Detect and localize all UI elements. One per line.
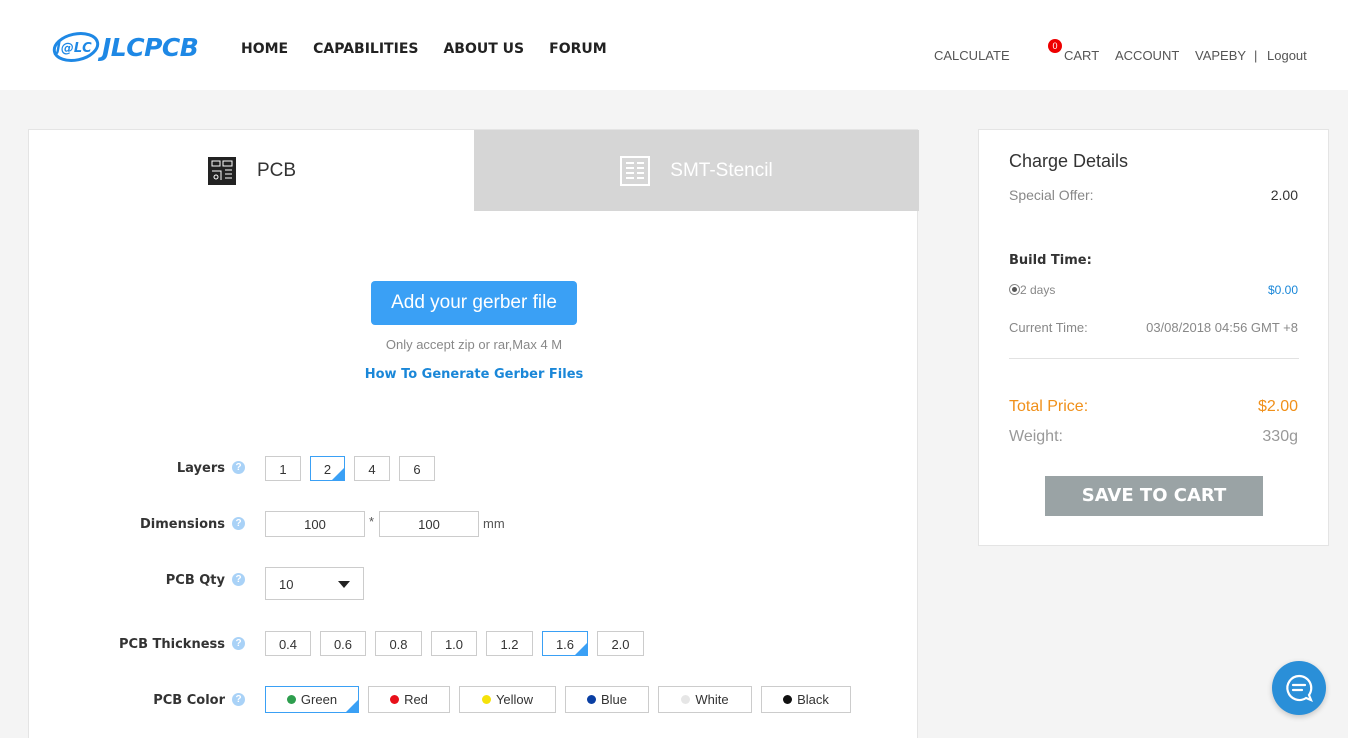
order-panel: PCB SMT-Stencil Add your gerber file Onl… — [28, 129, 919, 738]
layers-label: Layers — [176, 461, 225, 476]
color-swatch-yellow — [481, 695, 491, 704]
special-offer-value: 2.00 — [1270, 187, 1298, 203]
logout-link[interactable]: Logout — [1267, 48, 1307, 63]
special-offer-label: Special Offer: — [1009, 187, 1094, 203]
thickness-help-icon[interactable]: ? — [232, 637, 245, 650]
thickness-option-0.4[interactable]: 0.4 — [265, 631, 311, 656]
nav-separator: | — [1254, 48, 1258, 63]
color-swatch-blue — [586, 695, 596, 704]
tab-smt-label: SMT-Stencil — [670, 159, 773, 181]
build-price: $0.00 — [1267, 283, 1298, 297]
build-option-2-days[interactable]: 2 days — [1009, 283, 1055, 297]
color-swatch-white — [681, 695, 691, 704]
site-header: J@LC JLCPCB HOME CAPABILITIES ABOUT US F… — [0, 0, 1348, 90]
gerber-help-link[interactable]: How To Generate Gerber Files — [29, 367, 919, 382]
add-gerber-button[interactable]: Add your gerber file — [371, 281, 577, 325]
color-help-icon[interactable]: ? — [232, 693, 245, 706]
calculate-link[interactable]: CALCULATE — [934, 48, 1010, 63]
total-price-value: $2.00 — [1257, 398, 1298, 415]
qty-select[interactable]: 10 — [265, 567, 364, 600]
color-option-red[interactable]: Red — [368, 686, 450, 713]
thickness-option-1.6[interactable]: 1.6 ✓ — [542, 631, 588, 656]
cart-link[interactable]: CART — [1064, 48, 1099, 63]
tab-pcb[interactable]: PCB — [29, 130, 474, 211]
charge-title: Charge Details — [1009, 151, 1129, 171]
username[interactable]: VAPEBY — [1195, 48, 1246, 63]
dimensions-label: Dimensions — [140, 517, 225, 532]
thickness-option-1.2[interactable]: 1.2 — [486, 631, 533, 656]
tab-pcb-label: PCB — [256, 159, 297, 181]
layers-help-icon[interactable]: ? — [232, 461, 245, 474]
color-label: PCB Color — [153, 693, 225, 708]
color-swatch-black — [783, 695, 793, 704]
layer-option-4[interactable]: 4 — [354, 456, 390, 481]
qty-label: PCB Qty — [165, 573, 225, 588]
thickness-option-2.0[interactable]: 2.0 — [597, 631, 644, 656]
caret-down-icon — [338, 581, 350, 588]
thickness-option-0.8[interactable]: 0.8 — [375, 631, 422, 656]
width-input[interactable]: 100 — [265, 511, 365, 537]
build-option-label: 2 days — [1020, 283, 1056, 297]
dimension-unit: mm — [483, 516, 505, 531]
height-input[interactable]: 100 — [379, 511, 479, 537]
thickness-label: PCB Thickness — [119, 637, 225, 652]
current-time-value: 03/08/2018 04:56 GMT +8 — [1146, 320, 1298, 335]
color-swatch-red — [390, 695, 400, 704]
layer-option-1[interactable]: 1 — [265, 456, 301, 481]
upload-note: Only accept zip or rar,Max 4 M — [385, 337, 563, 352]
dimension-times: * — [369, 514, 375, 529]
product-tabs: PCB SMT-Stencil — [29, 130, 919, 211]
color-option-green[interactable]: Green ✓ — [265, 686, 359, 713]
radio-selected-icon[interactable] — [1009, 284, 1020, 295]
tab-smt-stencil[interactable]: SMT-Stencil — [474, 130, 919, 211]
thickness-option-0.6[interactable]: 0.6 — [320, 631, 366, 656]
weight-label: Weight: — [1009, 428, 1063, 445]
color-option-black[interactable]: Black — [761, 686, 851, 713]
current-time-label: Current Time: — [1009, 320, 1088, 335]
total-price-label: Total Price: — [1009, 398, 1089, 415]
chat-button[interactable] — [1272, 661, 1326, 715]
cart-count-badge: 0 — [1048, 39, 1062, 53]
save-to-cart-button[interactable]: SAVE TO CART — [1045, 476, 1263, 516]
account-link[interactable]: ACCOUNT — [1115, 48, 1179, 63]
thickness-option-1.0[interactable]: 1.0 — [431, 631, 477, 656]
layer-option-6[interactable]: 6 — [399, 456, 435, 481]
color-option-yellow[interactable]: Yellow — [459, 686, 556, 713]
qty-help-icon[interactable]: ? — [232, 573, 245, 586]
pcb-board-icon — [207, 156, 237, 186]
stencil-icon — [620, 155, 651, 186]
color-option-white[interactable]: White — [658, 686, 752, 713]
user-nav: CALCULATE CART ACCOUNT VAPEBY | Logout — [0, 48, 1348, 68]
qty-value: 10 — [279, 577, 294, 592]
weight-value: 330g — [1262, 428, 1298, 445]
charge-details-card: Charge Details Special Offer: 2.00 Build… — [978, 129, 1329, 546]
layer-option-2[interactable]: 2 ✓ — [310, 456, 345, 481]
divider — [1009, 358, 1299, 359]
color-swatch-green — [286, 695, 296, 704]
build-time-label: Build Time: — [1009, 253, 1092, 268]
chat-bubble-icon — [1286, 674, 1313, 702]
color-option-blue[interactable]: Blue — [565, 686, 649, 713]
dimensions-help-icon[interactable]: ? — [232, 517, 245, 530]
